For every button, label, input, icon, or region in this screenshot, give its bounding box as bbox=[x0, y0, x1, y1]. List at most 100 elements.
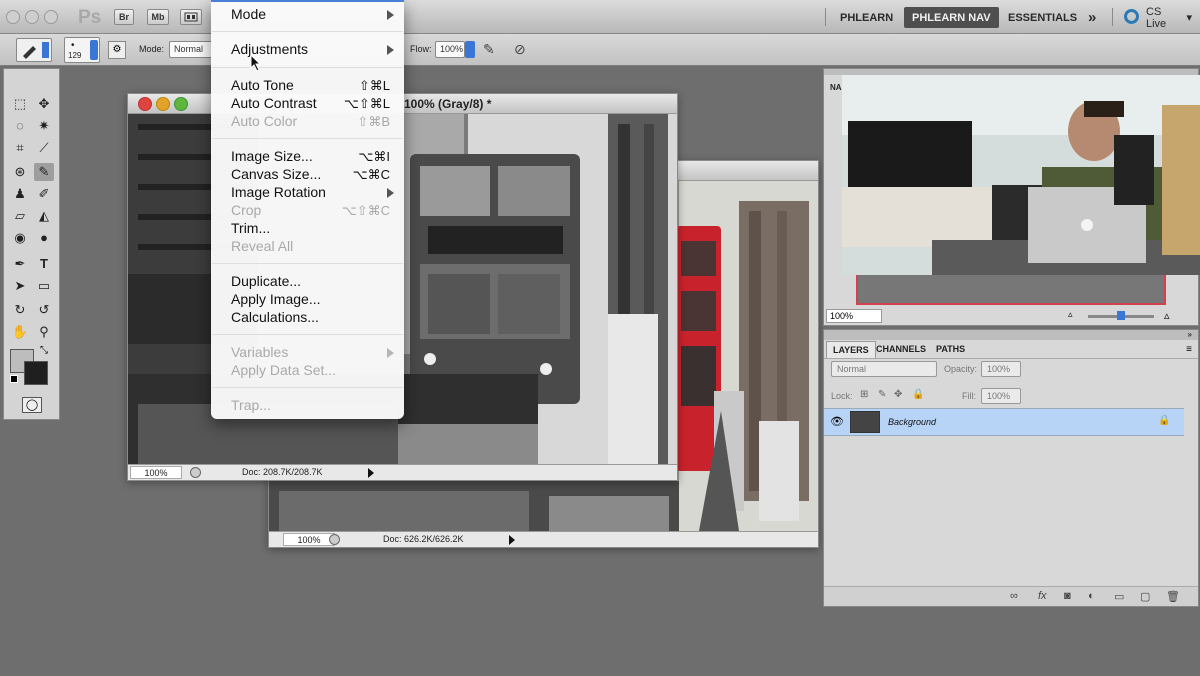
menu-item-canvas-size[interactable]: Canvas Size... ⌥⌘C bbox=[211, 166, 404, 184]
status-menu-arrow-icon[interactable] bbox=[509, 535, 515, 545]
path-selection-tool-icon[interactable]: ➤ bbox=[10, 277, 30, 295]
layer-row-background[interactable]: 👁 Background 🔒 bbox=[824, 408, 1184, 436]
menu-item-duplicate[interactable]: Duplicate... bbox=[211, 273, 404, 291]
shape-tool-icon[interactable]: ▭ bbox=[34, 277, 54, 295]
menu-item-auto-contrast[interactable]: Auto Contrast ⌥⇧⌘L bbox=[211, 95, 404, 113]
add-mask-icon[interactable]: ◙ bbox=[1064, 590, 1071, 602]
opacity-label: Opacity: bbox=[944, 364, 978, 374]
zoom-tool-icon[interactable]: ⚲ bbox=[34, 323, 54, 341]
3d-rotate-tool-icon[interactable]: ↻ bbox=[10, 301, 30, 319]
eye-icon[interactable]: 👁 bbox=[830, 415, 844, 428]
status-info-icon[interactable] bbox=[190, 467, 201, 478]
blend-mode-select[interactable]: Normal bbox=[831, 361, 937, 377]
pen-tool-icon[interactable]: ✒ bbox=[10, 255, 30, 273]
swap-colors-icon[interactable]: ⤡ bbox=[40, 345, 48, 356]
zoom-document-button[interactable] bbox=[174, 97, 188, 111]
zoom-level-field[interactable]: 100% bbox=[283, 533, 335, 546]
menu-item-apply-image[interactable]: Apply Image... bbox=[211, 291, 404, 309]
new-group-icon[interactable]: ▭ bbox=[1114, 590, 1124, 603]
menu-item-auto-tone[interactable]: Auto Tone ⇧⌘L bbox=[211, 77, 404, 95]
navigator-zoom-field[interactable]: 100% bbox=[826, 309, 882, 323]
flow-input[interactable]: 100% bbox=[435, 41, 465, 58]
brush-tool-icon[interactable]: ✎ bbox=[34, 163, 54, 181]
more-workspaces-button[interactable]: » bbox=[1080, 7, 1104, 28]
lock-position-icon[interactable]: ✥ bbox=[894, 389, 902, 400]
submenu-arrow-icon bbox=[387, 45, 394, 55]
airbrush-icon[interactable]: ✎ bbox=[483, 41, 495, 58]
tab-paths[interactable]: PATHS bbox=[930, 341, 971, 358]
menu-item-mode[interactable]: Mode bbox=[211, 6, 404, 24]
fx-icon[interactable]: fx bbox=[1038, 590, 1047, 602]
panel-menu-icon[interactable]: ≡ bbox=[1186, 344, 1192, 355]
quick-mask-icon[interactable]: ◯ bbox=[22, 397, 42, 413]
collapse-panel-icon[interactable]: » bbox=[1188, 330, 1192, 339]
menu-item-calculations[interactable]: Calculations... bbox=[211, 309, 404, 327]
mode-select[interactable]: Normal bbox=[169, 41, 213, 58]
mouse-pointer-icon bbox=[250, 54, 262, 72]
zoom-out-icon[interactable]: ▵ bbox=[1068, 309, 1073, 320]
paint-bucket-tool-icon[interactable]: ◭ bbox=[34, 207, 54, 225]
status-menu-arrow-icon[interactable] bbox=[368, 468, 374, 478]
navigator-tab[interactable]: NA bbox=[830, 83, 842, 92]
menu-item-trim[interactable]: Trim... bbox=[211, 220, 404, 238]
background-color-swatch[interactable] bbox=[24, 361, 48, 385]
menu-item-image-rotation[interactable]: Image Rotation bbox=[211, 184, 404, 202]
workspace-phlearn-nav[interactable]: PHLEARN NAV bbox=[904, 7, 999, 28]
3d-orbit-tool-icon[interactable]: ↺ bbox=[34, 301, 54, 319]
lock-pixels-icon[interactable]: ✎ bbox=[878, 389, 886, 400]
lock-transparency-icon[interactable]: ⊞ bbox=[860, 389, 868, 400]
marquee-tool-icon[interactable]: ⬚ bbox=[10, 95, 30, 113]
history-brush-tool-icon[interactable]: ✐ bbox=[34, 185, 54, 203]
adjustment-layer-icon[interactable]: ◐ bbox=[1088, 590, 1095, 602]
minimize-window-button[interactable] bbox=[25, 10, 39, 24]
mini-bridge-button[interactable]: Mb bbox=[147, 9, 169, 25]
lasso-tool-icon[interactable]: ◌ bbox=[10, 117, 30, 135]
tab-layers[interactable]: LAYERS bbox=[826, 341, 876, 358]
healing-brush-tool-icon[interactable]: ⊛ bbox=[10, 163, 30, 181]
default-colors-icon[interactable] bbox=[10, 375, 18, 383]
trash-icon[interactable]: 🗑 bbox=[1166, 590, 1180, 603]
magic-wand-tool-icon[interactable]: ✷ bbox=[34, 117, 54, 135]
menu-item-shortcut: ⌥⇧⌘C bbox=[341, 203, 390, 218]
eyedropper-tool-icon[interactable]: ⟋ bbox=[34, 139, 54, 157]
menu-item-label: Auto Color bbox=[231, 113, 298, 129]
tab-channels[interactable]: CHANNELS bbox=[870, 341, 932, 358]
opacity-input[interactable]: 100% bbox=[981, 361, 1021, 377]
menu-item-adjustments[interactable]: Adjustments bbox=[211, 41, 404, 59]
eraser-tool-icon[interactable]: ▱ bbox=[10, 207, 30, 225]
blur-tool-icon[interactable]: ◉ bbox=[10, 229, 30, 247]
flow-dropdown-arrow[interactable] bbox=[465, 41, 475, 58]
crop-tool-icon[interactable]: ⌗ bbox=[10, 139, 30, 157]
type-tool-icon[interactable]: T bbox=[34, 255, 54, 273]
zoom-slider-handle[interactable] bbox=[1117, 311, 1125, 320]
status-info-icon[interactable] bbox=[329, 534, 340, 545]
tool-preset-picker[interactable] bbox=[16, 38, 52, 62]
minimize-document-button[interactable] bbox=[156, 97, 170, 111]
fill-input[interactable]: 100% bbox=[981, 388, 1021, 404]
clone-stamp-tool-icon[interactable]: ♟ bbox=[10, 185, 30, 203]
workspace-essentials[interactable]: ESSENTIALS bbox=[1000, 7, 1085, 28]
workspace-phlearn[interactable]: PHLEARN bbox=[832, 7, 901, 28]
dodge-tool-icon[interactable]: ● bbox=[34, 229, 54, 247]
brush-size-picker[interactable]: • 129 bbox=[64, 37, 100, 63]
new-layer-icon[interactable]: ▢ bbox=[1140, 590, 1150, 603]
pressure-icon[interactable]: ⊘ bbox=[514, 41, 526, 58]
layers-panel: » LAYERS CHANNELS PATHS ≡ Normal Opacity… bbox=[823, 329, 1199, 607]
extras-button[interactable] bbox=[180, 9, 202, 25]
zoom-level-field[interactable]: 100% bbox=[130, 466, 182, 479]
hand-tool-icon[interactable]: ✋ bbox=[10, 323, 30, 341]
menu-item-image-size[interactable]: Image Size... ⌥⌘I bbox=[211, 148, 404, 166]
brush-panel-toggle[interactable]: ⚙ bbox=[108, 41, 126, 59]
brush-icon bbox=[23, 42, 49, 59]
move-tool-icon[interactable]: ✥ bbox=[34, 95, 54, 113]
zoom-window-button[interactable] bbox=[44, 10, 58, 24]
bridge-button[interactable]: Br bbox=[114, 9, 134, 25]
document-status-bar: 100% Doc: 208.7K/208.7K bbox=[128, 464, 677, 480]
close-window-button[interactable] bbox=[6, 10, 20, 24]
link-layers-icon[interactable]: ∞ bbox=[1010, 590, 1018, 602]
zoom-in-icon[interactable]: ▵ bbox=[1164, 309, 1170, 322]
close-document-button[interactable] bbox=[138, 97, 152, 111]
cs-live-button[interactable]: CS Live ▾ bbox=[1138, 6, 1200, 30]
panel-grip[interactable] bbox=[824, 330, 1198, 340]
lock-all-icon[interactable]: 🔒 bbox=[912, 389, 924, 400]
